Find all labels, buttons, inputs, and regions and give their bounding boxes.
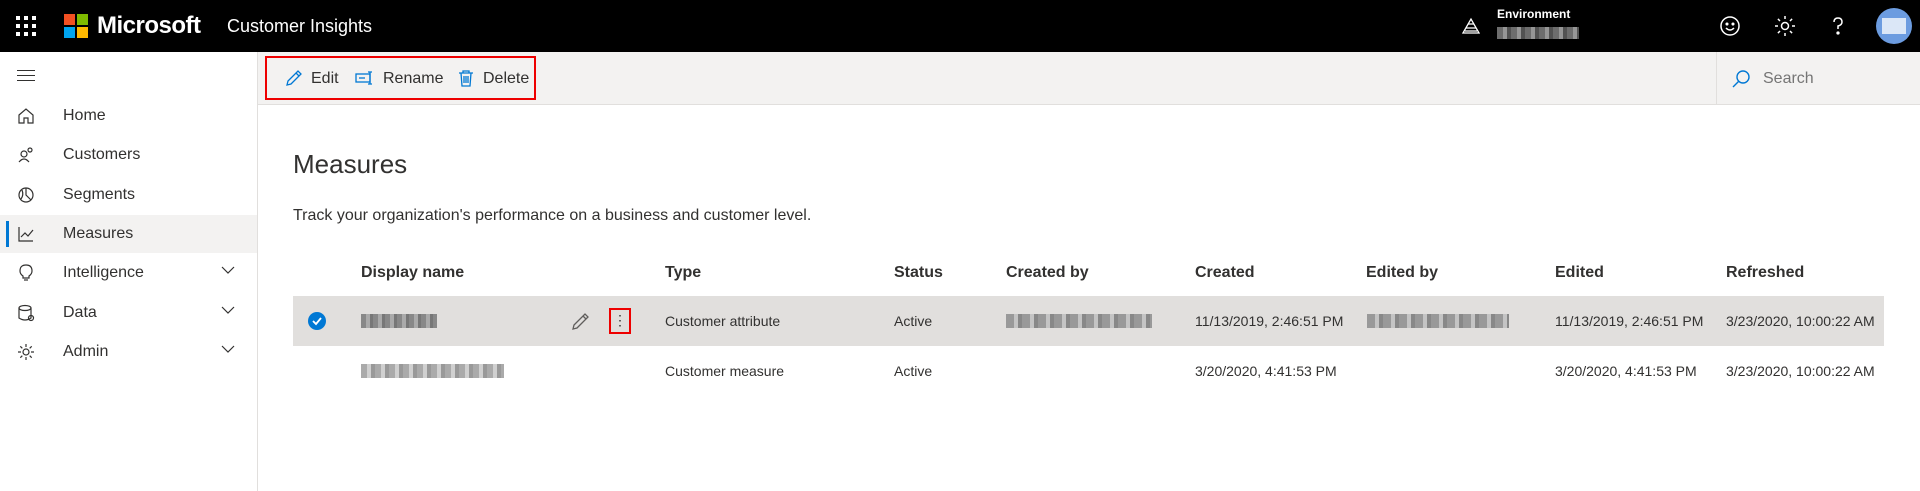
lightbulb-icon [19,264,33,281]
column-header-created-by[interactable]: Created by [1006,264,1089,282]
sidebar-item-label: Home [63,107,106,124]
app-name[interactable]: Customer Insights [227,16,372,37]
sidebar-item-label: Intelligence [63,264,144,281]
created-by-redacted [1006,314,1152,328]
sidebar-item-intelligence[interactable]: Intelligence [0,254,257,292]
edited-by-redacted [1367,314,1509,328]
waffle-icon[interactable] [14,14,38,38]
chevron-down-icon[interactable] [220,302,236,318]
rename-label: Rename [383,70,444,87]
edited-cell: 11/13/2019, 2:46:51 PM [1555,313,1704,329]
edit-button[interactable]: Edit [285,68,345,90]
delete-button[interactable]: Delete [457,68,532,90]
command-bar: Edit Rename Delete [258,52,1920,105]
sidebar-item-label: Measures [63,225,134,242]
measures-icon [18,227,34,242]
sidebar-item-measures[interactable]: Measures [0,215,257,253]
customers-icon [18,147,33,163]
display-name-redacted[interactable] [361,314,437,328]
column-header-created[interactable]: Created [1195,264,1255,282]
type-cell: Customer measure [665,363,785,379]
search-input[interactable] [1761,66,1905,92]
sidebar-item-label: Data [63,304,97,321]
sidebar-item-segments[interactable]: Segments [0,176,257,214]
delete-label: Delete [483,70,530,87]
sidebar-item-label: Admin [63,343,109,360]
type-cell: Customer attribute [665,313,781,329]
refreshed-cell: 3/23/2020, 10:00:22 AM [1726,363,1875,379]
environment-label[interactable]: Environment [1497,7,1570,21]
table-row[interactable]: ⋮ Customer attribute Active 11/13/2019, … [293,296,1884,346]
gear-icon[interactable] [1773,14,1797,38]
page-title: Measures [293,149,408,179]
sidebar-item-admin[interactable]: Admin [0,333,257,371]
microsoft-logo [64,14,88,38]
sidebar-item-customers[interactable]: Customers [0,136,257,174]
trash-icon [459,70,473,87]
column-header-edited[interactable]: Edited [1555,264,1604,282]
sidebar-item-label: Customers [63,146,141,163]
status-cell: Active [894,363,933,379]
column-header-type[interactable]: Type [665,264,701,282]
segments-icon [18,187,34,203]
column-header-display-name[interactable]: Display name [361,264,464,282]
search-box[interactable] [1716,52,1920,104]
column-header-edited-by[interactable]: Edited by [1366,264,1438,282]
display-name-redacted[interactable] [361,364,504,378]
data-icon [18,304,35,322]
avatar[interactable] [1876,8,1912,44]
checkmark-icon [312,317,322,326]
brand-name: Microsoft [97,12,201,39]
environment-icon[interactable] [1461,16,1481,36]
created-cell: 3/20/2020, 4:41:53 PM [1195,363,1337,379]
more-options-button[interactable]: ⋮ [609,308,631,334]
table-row[interactable]: Customer measure Active 3/20/2020, 4:41:… [293,346,1884,396]
page-description: Track your organization's performance on… [293,207,812,224]
smiley-icon[interactable] [1718,14,1742,38]
hamburger-menu-icon[interactable] [17,70,35,82]
rename-icon [355,71,372,85]
help-icon[interactable] [1826,14,1850,38]
status-cell: Active [894,313,933,329]
column-header-refreshed[interactable]: Refreshed [1726,264,1804,282]
environment-value-redacted[interactable] [1497,27,1579,39]
sidebar-item-label: Segments [63,186,136,203]
row-checkbox[interactable] [308,312,326,330]
home-icon [18,108,34,124]
gear-icon [18,344,34,360]
column-header-status[interactable]: Status [894,264,943,282]
sidebar-item-home[interactable]: Home [0,97,257,135]
pencil-icon[interactable] [571,311,591,331]
chevron-down-icon[interactable] [220,262,236,278]
rename-button[interactable]: Rename [355,68,445,90]
edit-label: Edit [311,70,339,87]
created-cell: 11/13/2019, 2:46:51 PM [1195,313,1344,329]
top-bar: Microsoft Customer Insights Environment [0,0,1920,52]
search-icon [1732,70,1750,88]
pencil-icon [286,70,302,86]
chevron-down-icon[interactable] [220,341,236,357]
edited-cell: 3/20/2020, 4:41:53 PM [1555,363,1697,379]
sidebar-item-data[interactable]: Data [0,294,257,332]
refreshed-cell: 3/23/2020, 10:00:22 AM [1726,313,1875,329]
sidebar: Home Customers Segments Measures Intelli… [0,52,258,491]
